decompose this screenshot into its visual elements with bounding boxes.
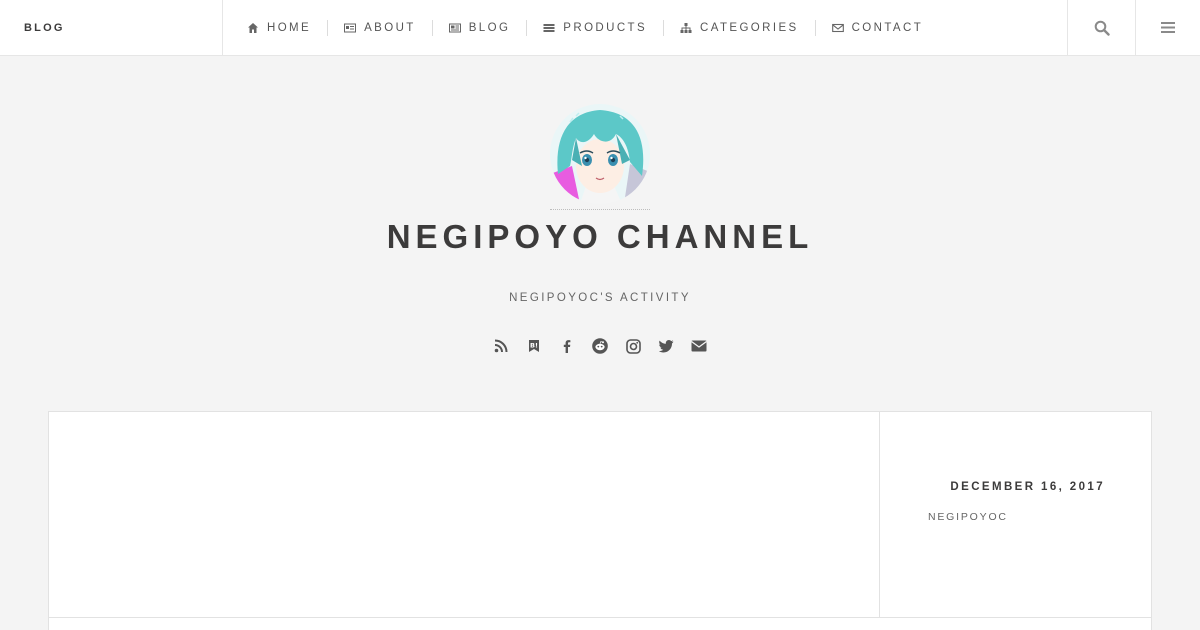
instagram-icon bbox=[625, 338, 641, 354]
sitemap-icon bbox=[680, 22, 692, 33]
main-nav: HOME ABOUT BLOG PRODUCTS CATEGORIES CONT… bbox=[223, 0, 923, 55]
nav-categories[interactable]: CATEGORIES bbox=[680, 22, 799, 34]
facebook-icon bbox=[563, 340, 571, 353]
top-navigation-bar: BLOG HOME ABOUT BLOG PRODUCTS CATEGORIES bbox=[0, 0, 1200, 56]
newspaper-icon bbox=[448, 23, 461, 32]
avatar-divider bbox=[550, 209, 650, 210]
facebook-link[interactable] bbox=[559, 338, 575, 354]
site-avatar[interactable] bbox=[550, 104, 650, 204]
email-link[interactable] bbox=[691, 338, 707, 354]
nav-categories-label: CATEGORIES bbox=[700, 21, 799, 34]
nav-contact[interactable]: CONTACT bbox=[831, 21, 924, 34]
id-card-icon bbox=[344, 23, 357, 32]
nav-contact-label: CONTACT bbox=[851, 21, 924, 34]
post-card: DECEMBER 16, 2017 NEGIPOYOC bbox=[48, 411, 1152, 630]
envelope-icon bbox=[831, 23, 844, 32]
nav-divider bbox=[814, 19, 816, 36]
site-tagline: NEGIPOYOC'S ACTIVITY bbox=[509, 292, 691, 304]
nav-blog-label: BLOG bbox=[468, 21, 511, 34]
rss-icon bbox=[494, 339, 508, 353]
home-icon bbox=[248, 22, 258, 33]
twitter-link[interactable] bbox=[658, 338, 674, 354]
search-button[interactable] bbox=[1067, 0, 1135, 55]
anime-character-avatar bbox=[550, 104, 650, 204]
nav-about[interactable]: ABOUT bbox=[344, 22, 416, 34]
post-date[interactable]: DECEMBER 16, 2017 bbox=[950, 481, 1105, 493]
nav-divider bbox=[526, 19, 528, 36]
nav-divider bbox=[663, 19, 665, 36]
instagram-link[interactable] bbox=[625, 338, 641, 354]
hatena-bookmark-icon: B! bbox=[529, 340, 539, 352]
rss-link[interactable] bbox=[493, 338, 509, 354]
menu-button[interactable] bbox=[1135, 0, 1200, 55]
nav-about-label: ABOUT bbox=[364, 21, 416, 34]
nav-divider bbox=[327, 19, 329, 36]
social-links: B! bbox=[0, 338, 1200, 354]
hatena-bookmark-link[interactable]: B! bbox=[526, 338, 542, 354]
reddit-icon bbox=[592, 338, 608, 354]
brand-label: BLOG bbox=[24, 21, 65, 34]
twitter-icon bbox=[658, 340, 673, 353]
post-meta: DECEMBER 16, 2017 NEGIPOYOC bbox=[880, 412, 1151, 618]
hamburger-menu-icon bbox=[1161, 22, 1175, 33]
nav-products[interactable]: PRODUCTS bbox=[543, 22, 647, 34]
nav-home-label: HOME bbox=[267, 21, 312, 34]
search-icon bbox=[1094, 20, 1110, 36]
envelope-icon bbox=[691, 340, 707, 352]
post-content-area[interactable] bbox=[49, 412, 880, 618]
site-title[interactable]: NEGIPOYO CHANNEL bbox=[0, 218, 1200, 256]
brand-link[interactable]: BLOG bbox=[0, 0, 223, 55]
nav-products-label: PRODUCTS bbox=[563, 21, 648, 34]
nav-home[interactable]: HOME bbox=[247, 22, 311, 34]
list-icon bbox=[543, 23, 555, 32]
svg-text:B!: B! bbox=[530, 342, 538, 350]
nav-blog[interactable]: BLOG bbox=[448, 21, 511, 34]
reddit-link[interactable] bbox=[592, 338, 608, 354]
post-author[interactable]: NEGIPOYOC bbox=[928, 511, 1008, 523]
nav-divider bbox=[431, 19, 433, 36]
